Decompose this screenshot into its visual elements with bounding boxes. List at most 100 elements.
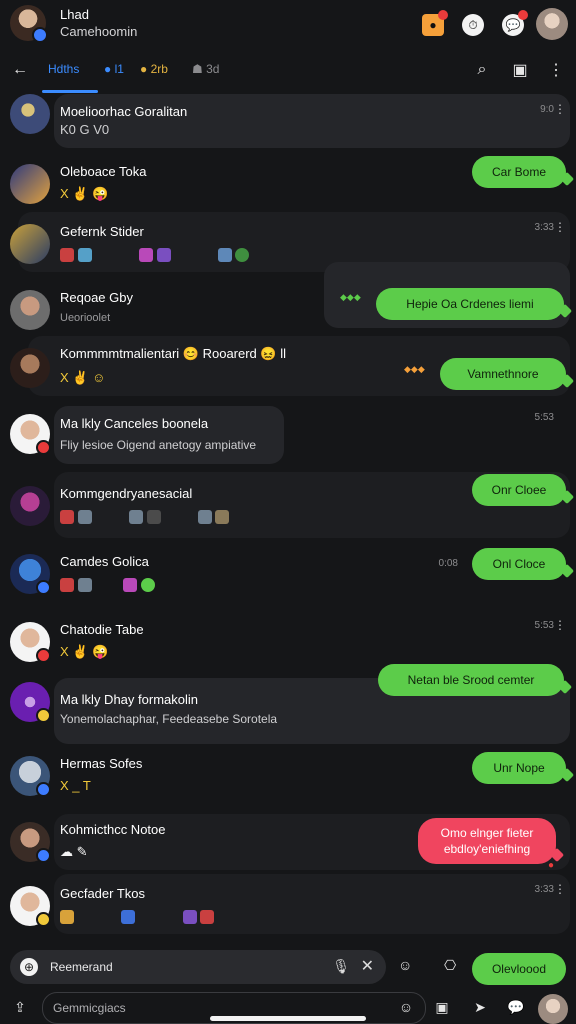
message-preview: X _ T (60, 778, 91, 793)
timestamp: 3:33 (534, 884, 554, 895)
tab-2[interactable]: ● l1 (104, 62, 124, 76)
profile-avatar[interactable] (538, 994, 568, 1024)
sticker-preview: ☁ ✎ (60, 844, 88, 859)
send-icon[interactable]: ➤ (470, 997, 490, 1017)
avatar[interactable] (10, 224, 50, 264)
contact-name: Ma lkly Dhay formakolin (60, 692, 198, 707)
reply-bubble-red[interactable]: Omo elnger fieter ebdloy'eniefhing (418, 818, 556, 864)
timestamp: 5:53 (534, 412, 554, 423)
search-icon[interactable]: ⌕ (472, 60, 492, 80)
avatar[interactable] (10, 94, 50, 134)
chat-row[interactable]: Kommgendryanesacial Onr Cloee (0, 472, 576, 538)
avatar[interactable] (10, 554, 51, 595)
status-badge (36, 580, 51, 595)
message-preview: X ✌ 😜 (60, 644, 109, 659)
screen-icon[interactable]: ▣ (510, 60, 530, 80)
chat-bubble-icon[interactable]: 💬 (502, 10, 528, 36)
composer-text[interactable]: Reemerand (50, 960, 113, 974)
tab-3[interactable]: ● 2rb (140, 62, 168, 76)
status-badge (36, 708, 51, 723)
contact-name: Kommmmtmalientari 😊 Rooarerd 😖 ll (60, 346, 286, 361)
avatar[interactable] (10, 756, 51, 797)
chat-row[interactable]: Hermas Sofes X _ T Unr Nope (0, 742, 576, 808)
status-badge (36, 782, 51, 797)
avatar[interactable] (10, 886, 51, 927)
gift-icon[interactable]: ⎔ (444, 957, 456, 974)
timestamp: 0:08 (438, 558, 458, 569)
chat-row[interactable]: Oleboace Toka X ✌ 😜 Car Bome (0, 150, 576, 216)
tab-4[interactable]: ☗ 3d (192, 62, 219, 76)
share-icon[interactable]: ⇪ (10, 997, 30, 1017)
message-preview: Yonemolachaphar, Feedeasebe Sorotela (60, 712, 278, 726)
contact-name: Kohmicthcc Notoe (60, 822, 166, 837)
sticker-preview (60, 908, 215, 924)
contact-name: Ma lkly Canceles boonela (60, 416, 209, 431)
message-preview: X ✌ ☺ (60, 370, 106, 385)
contact-name: Chatodie Tabe (60, 622, 144, 637)
avatar[interactable] (10, 682, 51, 723)
avatar[interactable] (10, 348, 50, 388)
timer-icon[interactable]: ⏱ (462, 14, 484, 36)
reply-bubble[interactable]: Netan ble Srood cemter (378, 664, 564, 696)
reply-bubble[interactable]: Unr Nope (472, 752, 566, 784)
chat-row[interactable]: Kohmicthcc Notoe ☁ ✎ Omo elnger fieter e… (0, 808, 576, 874)
timestamp: 9:0 (540, 104, 554, 115)
reply-bubble[interactable]: Onl Cloce (472, 548, 566, 580)
chat-row[interactable]: Kommmmtmalientari 😊 Rooarerd 😖 ll X ✌ ☺ … (0, 334, 576, 400)
status-badge (36, 912, 51, 927)
chat-row[interactable]: Ma lkly Canceles boonela Fliy lesioe Oig… (0, 400, 576, 466)
contact-name: Hermas Sofes (60, 756, 143, 771)
chat-row[interactable]: Gecfader Tkos 3:33 ⋮ (0, 872, 576, 938)
contact-name: Gecfader Tkos (60, 886, 146, 901)
status-badge (36, 440, 51, 455)
row-menu-icon[interactable]: ⋮ (554, 220, 566, 234)
avatar[interactable] (10, 822, 51, 863)
attach-icon[interactable]: ⊕ (20, 958, 38, 976)
chat-icon[interactable]: 💬 (506, 997, 526, 1017)
notification-icon[interactable]: ● (422, 10, 448, 36)
emoji-icon[interactable]: ☺ (398, 957, 412, 973)
message-preview: K0 G V0 (60, 122, 110, 137)
message-preview: X ✌ 😜 (60, 186, 109, 201)
chat-row[interactable]: Moelioorhac Goralitan K0 G V0 9:0 ⋮ (0, 92, 576, 158)
image-icon[interactable]: ▣ (432, 997, 452, 1017)
sticker-preview (60, 508, 230, 524)
chat-row[interactable]: Ma lkly Dhay formakolin Yonemolachaphar,… (0, 664, 576, 744)
contact-name: Oleboace Toka (60, 164, 147, 179)
tab-1[interactable]: Hdths (48, 62, 79, 76)
profile-avatar[interactable] (536, 8, 568, 40)
chat-row[interactable]: Reqoae Gby Ueorioolet ◆◆◆ Hepie Oa Crden… (0, 262, 576, 342)
avatar[interactable] (10, 622, 51, 663)
error-icon: ● (548, 860, 555, 871)
reply-bubble[interactable]: Car Bome (472, 156, 566, 188)
reaction-icon: ◆◆◆ (404, 364, 425, 374)
send-button[interactable]: Olevloood (472, 953, 566, 985)
row-menu-icon[interactable]: ⋮ (554, 618, 566, 632)
message-composer[interactable]: ⊕ Reemerand 🎙 ✕ (10, 950, 386, 984)
message-panel (54, 406, 284, 464)
close-icon[interactable]: ✕ (361, 956, 374, 976)
back-arrow-icon[interactable]: ← (10, 60, 30, 80)
contact-name: Camdes Golica (60, 554, 149, 569)
avatar[interactable] (10, 164, 50, 204)
chat-row[interactable]: Camdes Golica 0:08 Onl Cloce (0, 540, 576, 606)
avatar[interactable] (10, 486, 50, 526)
sticker-preview (60, 246, 250, 262)
timestamp: 5:53 (534, 620, 554, 631)
mic-icon[interactable]: 🎙 (332, 958, 350, 975)
account-avatar[interactable] (10, 5, 48, 43)
sticker-icon[interactable]: ☺ (396, 997, 416, 1017)
contact-name: Gefernk Stider (60, 224, 144, 239)
reply-bubble[interactable]: Vamnethnore (440, 358, 566, 390)
more-icon[interactable]: ⋮ (546, 60, 566, 80)
timestamp: 3:33 (534, 222, 554, 233)
message-preview: Ueorioolet (60, 312, 111, 324)
message-preview: Fliy lesioe Oigend anetogy ampiative (60, 438, 257, 452)
avatar[interactable] (10, 414, 51, 455)
reply-bubble[interactable]: Hepie Oa Crdenes liemi (376, 288, 564, 320)
row-menu-icon[interactable]: ⋮ (554, 102, 566, 116)
reply-bubble[interactable]: Onr Cloee (472, 474, 566, 506)
row-menu-icon[interactable]: ⋮ (554, 882, 566, 896)
bottom-input-placeholder: Gemmicgiacs (53, 1001, 126, 1015)
avatar[interactable] (10, 290, 50, 330)
